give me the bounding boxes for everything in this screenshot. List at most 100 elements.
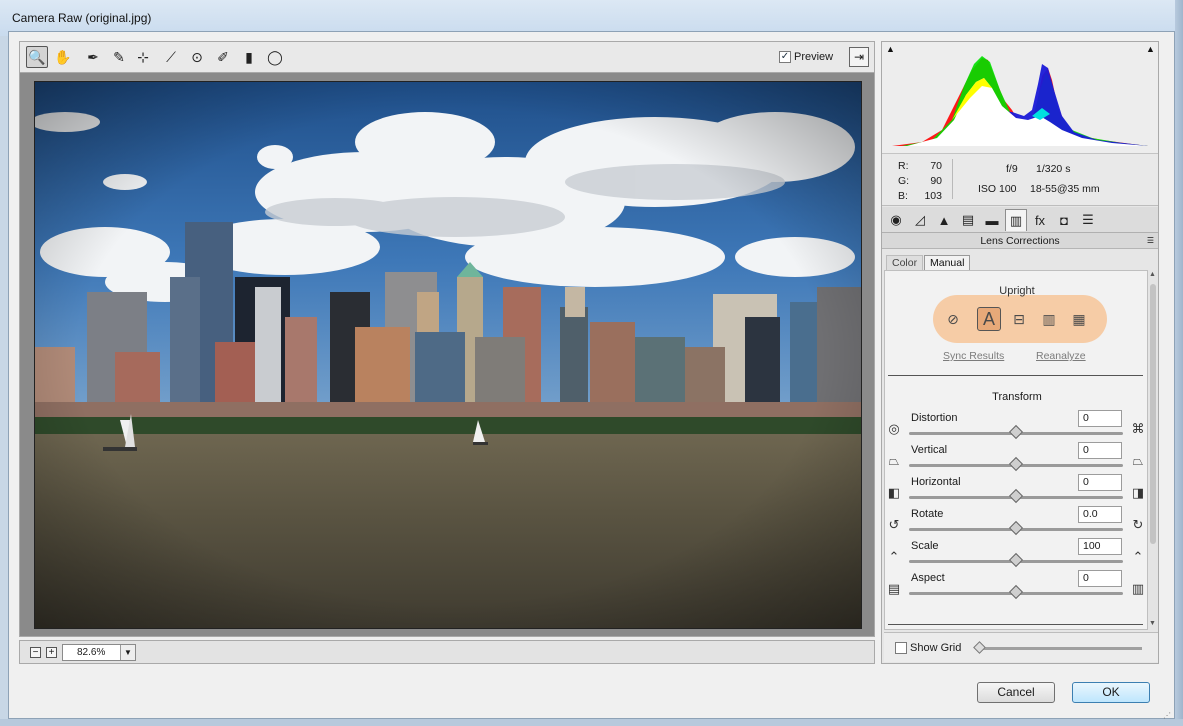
red-eye-removal-icon[interactable]: ⊙ <box>186 46 208 68</box>
grid-size-slider-track[interactable] <box>978 647 1142 650</box>
r-value: 70 <box>930 160 942 172</box>
ok-button[interactable]: OK <box>1072 682 1150 703</box>
panel-tabs: ◉ ◿ ▲ ▤ ▬ ▥ fx ◘ ☰ <box>882 207 1158 233</box>
panel-title-label: Lens Corrections <box>980 235 1060 247</box>
basic-tab-icon[interactable]: ◉ <box>885 209 907 231</box>
detail-tab-icon[interactable]: ▲ <box>933 209 955 231</box>
scrollbar-thumb[interactable] <box>1150 284 1156 544</box>
upright-full-icon[interactable]: ▦ <box>1067 307 1091 331</box>
aspect-slider-knob[interactable] <box>1008 584 1024 600</box>
zoom-in-button[interactable]: + <box>46 647 57 658</box>
show-grid-checkbox[interactable] <box>895 642 907 654</box>
distortion-slider-knob[interactable] <box>1008 424 1024 440</box>
horizontal-slider-knob[interactable] <box>1008 488 1024 504</box>
vertical-slider-knob[interactable] <box>1008 456 1024 472</box>
transform-title: Transform <box>992 391 1042 403</box>
vertical-value-input[interactable]: 0 <box>1078 442 1122 459</box>
aspect-min-icon: ▤ <box>887 581 901 596</box>
pixel-info: R: 70 G: 90 B: 103 f/9 1/320 s ISO 100 18-55@… <box>882 154 1158 206</box>
slider-aspect: ▤ Aspect 0 ▥ <box>885 570 1149 604</box>
zoom-level-value: 82.6% <box>77 647 106 658</box>
distortion-value-input[interactable]: 0 <box>1078 410 1122 427</box>
preview-checkbox[interactable]: ✓ <box>779 51 791 63</box>
g-value: 90 <box>930 175 942 187</box>
color-sampler-tool-icon[interactable]: ✎ <box>108 46 130 68</box>
zoom-level-select[interactable]: 82.6% ▼ <box>62 644 136 661</box>
aspect-value-input[interactable]: 0 <box>1078 570 1122 587</box>
hand-tool-icon[interactable]: ✋ <box>52 46 74 68</box>
horizontal-max-icon: ◨ <box>1131 485 1145 500</box>
distortion-label: Distortion <box>911 412 958 424</box>
camera-calibration-tab-icon[interactable]: ◘ <box>1053 209 1075 231</box>
exif-info: f/9 1/320 s ISO 100 18-55@35 mm <box>978 159 1100 199</box>
lens-corrections-subtabs: Color Manual <box>882 252 1158 271</box>
city-skyline-photo <box>35 82 861 628</box>
presets-tab-icon[interactable]: ☰ <box>1077 209 1099 231</box>
preview-toggle[interactable]: ✓ Preview <box>779 51 833 63</box>
horizontal-min-icon: ◧ <box>887 485 901 500</box>
panel-scrollbar[interactable]: ▲ ▼ <box>1148 270 1158 630</box>
manual-settings: Upright ⊘ A ⊟ ▥ ▦ Sync Results Reanalyze Tra… <box>884 270 1148 630</box>
highlight-clipping-warning-icon[interactable]: ▲ <box>1146 44 1158 54</box>
slider-vertical: ⏢ Vertical 0 ⏢ <box>885 442 1149 476</box>
cancel-button[interactable]: Cancel <box>977 682 1055 703</box>
photo-preview <box>34 81 862 629</box>
window-frame-right <box>1175 0 1183 726</box>
shutter-speed: 1/320 s <box>1036 163 1071 175</box>
grid-size-slider-knob[interactable] <box>973 641 986 654</box>
aspect-label: Aspect <box>911 572 945 584</box>
upright-off-icon[interactable]: ⊘ <box>941 307 965 331</box>
targeted-adjustment-tool-icon[interactable]: ⊹ <box>132 46 154 68</box>
tab-color[interactable]: Color <box>886 255 924 271</box>
divider <box>888 375 1143 376</box>
scroll-down-icon[interactable]: ▼ <box>1149 620 1156 627</box>
iso: ISO 100 <box>978 183 1017 195</box>
scale-max-icon: ⌃ <box>1132 549 1144 564</box>
adjustments-panel: ▲ ▲ R: 70 G: 90 B: 103 f/9 1/320 s ISO 100 18… <box>881 41 1159 664</box>
horizontal-value-input[interactable]: 0 <box>1078 474 1122 491</box>
rotate-slider-knob[interactable] <box>1008 520 1024 536</box>
tab-manual[interactable]: Manual <box>924 255 971 271</box>
g-label: G: <box>898 175 910 187</box>
panel-menu-icon[interactable]: ☰ <box>1147 233 1154 249</box>
radial-filter-icon[interactable]: ◯ <box>264 46 286 68</box>
resize-grip-icon[interactable]: ⋰ <box>1163 711 1171 720</box>
show-grid-label: Show Grid <box>910 642 962 654</box>
split-toning-tab-icon[interactable]: ▬ <box>981 209 1003 231</box>
shadow-clipping-warning-icon[interactable]: ▲ <box>886 44 898 54</box>
tone-curve-tab-icon[interactable]: ◿ <box>909 209 931 231</box>
rotate-value-input[interactable]: 0.0 <box>1078 506 1122 523</box>
horizontal-label: Horizontal <box>911 476 961 488</box>
upright-level-icon[interactable]: ⊟ <box>1007 307 1031 331</box>
scroll-up-icon[interactable]: ▲ <box>1149 271 1156 278</box>
scale-slider-knob[interactable] <box>1008 552 1024 568</box>
lens-corrections-tab-icon[interactable]: ▥ <box>1005 209 1027 231</box>
effects-tab-icon[interactable]: fx <box>1029 209 1051 231</box>
hsl-tab-icon[interactable]: ▤ <box>957 209 979 231</box>
distortion-max-icon: ⌘ <box>1131 421 1145 436</box>
white-balance-tool-icon[interactable]: ✒ <box>82 46 104 68</box>
straighten-tool-icon[interactable]: ⟋ <box>160 46 182 68</box>
histogram-graph <box>892 56 1148 146</box>
slider-distortion: ◎ Distortion 0 ⌘ <box>885 410 1149 444</box>
upright-vertical-icon[interactable]: ▥ <box>1037 307 1061 331</box>
fullscreen-toggle-icon[interactable]: ⇥ <box>849 47 869 67</box>
scale-value-input[interactable]: 100 <box>1078 538 1122 555</box>
tool-bar: 🔍 ✋ ✒ ✎ ⊹ ⟋ ⊙ ✐ ▮ ◯ ✓ Preview ⇥ <box>19 41 875 73</box>
slider-rotate: ↺ Rotate 0.0 ↻ <box>885 506 1149 540</box>
graduated-filter-icon[interactable]: ▮ <box>238 46 260 68</box>
chevron-down-icon[interactable]: ▼ <box>120 645 135 660</box>
b-value: 103 <box>924 190 942 202</box>
zoom-bar: − + 82.6% ▼ <box>19 640 875 664</box>
divider <box>952 159 953 199</box>
zoom-out-button[interactable]: − <box>30 647 41 658</box>
lens-info: 18-55@35 mm <box>1030 183 1100 195</box>
adjustment-brush-icon[interactable]: ✐ <box>212 46 234 68</box>
upright-auto-icon[interactable]: A <box>977 307 1001 331</box>
scale-label: Scale <box>911 540 939 552</box>
zoom-tool-icon[interactable]: 🔍 <box>26 46 48 68</box>
rotate-max-icon: ↻ <box>1132 517 1144 532</box>
image-preview-area[interactable] <box>19 73 875 637</box>
reanalyze-link[interactable]: Reanalyze <box>1036 350 1086 362</box>
sync-results-link[interactable]: Sync Results <box>943 350 1004 362</box>
